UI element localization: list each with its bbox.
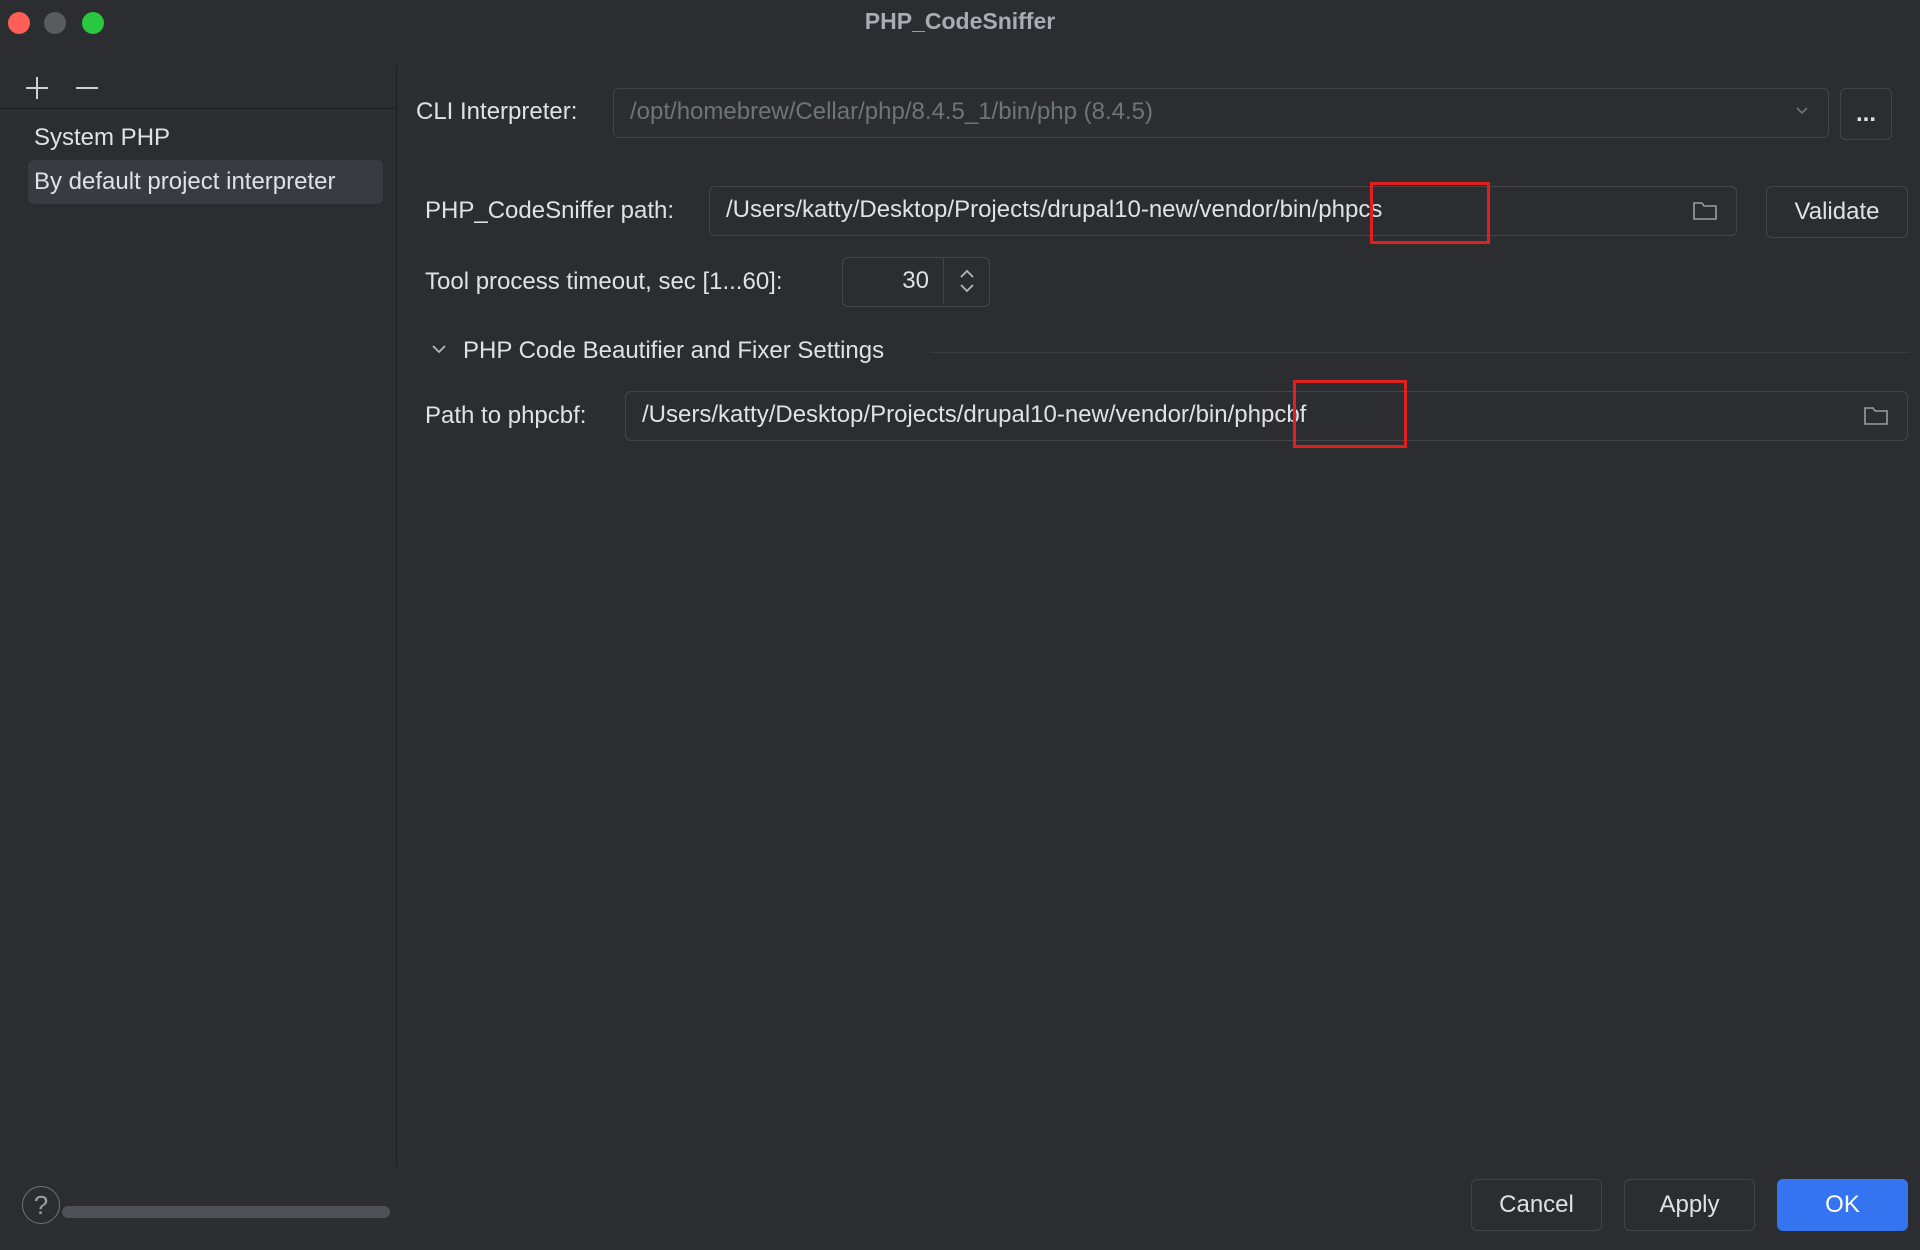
cancel-button[interactable]: Cancel xyxy=(1471,1179,1602,1231)
folder-icon[interactable] xyxy=(1692,199,1718,221)
ok-button[interactable]: OK xyxy=(1777,1179,1908,1231)
cli-interpreter-value: /opt/homebrew/Cellar/php/8.4.5_1/bin/php… xyxy=(630,98,1153,125)
window-title: PHP_CodeSniffer xyxy=(864,8,1056,34)
stepper-arrows-icon[interactable] xyxy=(944,258,990,304)
section-divider xyxy=(930,352,1910,353)
sidebar-scrollbar[interactable] xyxy=(62,1206,390,1218)
php-codesniffer-dialog: PHP_CodeSniffer System PHP By default pr… xyxy=(0,0,1920,1250)
phpcs-highlight-box xyxy=(1370,182,1490,244)
phpcbf-highlight-box xyxy=(1293,380,1407,448)
interpreter-list: System PHP By default project interprete… xyxy=(28,116,383,204)
help-button[interactable]: ? xyxy=(22,1186,60,1224)
phpcbf-path-value: /Users/katty/Desktop/Projects/drupal10-n… xyxy=(642,401,1307,428)
codesniffer-path-label: PHP_CodeSniffer path: xyxy=(425,197,675,224)
codesniffer-path-field[interactable]: /Users/katty/Desktop/Projects/drupal10-n… xyxy=(709,186,1737,236)
timeout-stepper[interactable] xyxy=(943,258,990,304)
section-collapse-icon[interactable] xyxy=(430,340,448,358)
codesniffer-path-value: /Users/katty/Desktop/Projects/drupal10-n… xyxy=(726,196,1383,223)
sidebar-divider xyxy=(0,108,396,109)
sidebar-toolbar xyxy=(24,66,100,110)
folder-icon[interactable] xyxy=(1863,404,1889,426)
add-icon[interactable] xyxy=(24,75,50,101)
interpreter-sidebar: System PHP By default project interprete… xyxy=(0,66,397,1218)
cli-interpreter-select[interactable]: /opt/homebrew/Cellar/php/8.4.5_1/bin/php… xyxy=(613,88,1829,138)
validate-button[interactable]: Validate xyxy=(1766,186,1908,238)
chevron-down-icon xyxy=(1796,107,1808,115)
phpcbf-path-label: Path to phpcbf: xyxy=(425,402,587,429)
timeout-spinner[interactable]: 30 xyxy=(842,257,990,307)
apply-button[interactable]: Apply xyxy=(1624,1179,1755,1231)
beautifier-section-title[interactable]: PHP Code Beautifier and Fixer Settings xyxy=(463,337,884,365)
remove-icon[interactable] xyxy=(74,75,100,101)
timeout-label: Tool process timeout, sec [1...60]: xyxy=(425,268,783,295)
browse-interpreter-button[interactable]: ... xyxy=(1840,88,1892,140)
timeout-value: 30 xyxy=(902,267,929,294)
sidebar-item-project-interpreter[interactable]: By default project interpreter xyxy=(28,160,383,204)
title-bar: PHP_CodeSniffer xyxy=(0,0,1920,44)
sidebar-item-system-php[interactable]: System PHP xyxy=(28,116,383,160)
cli-interpreter-label: CLI Interpreter: xyxy=(416,98,578,125)
phpcbf-path-field[interactable]: /Users/katty/Desktop/Projects/drupal10-n… xyxy=(625,391,1908,441)
